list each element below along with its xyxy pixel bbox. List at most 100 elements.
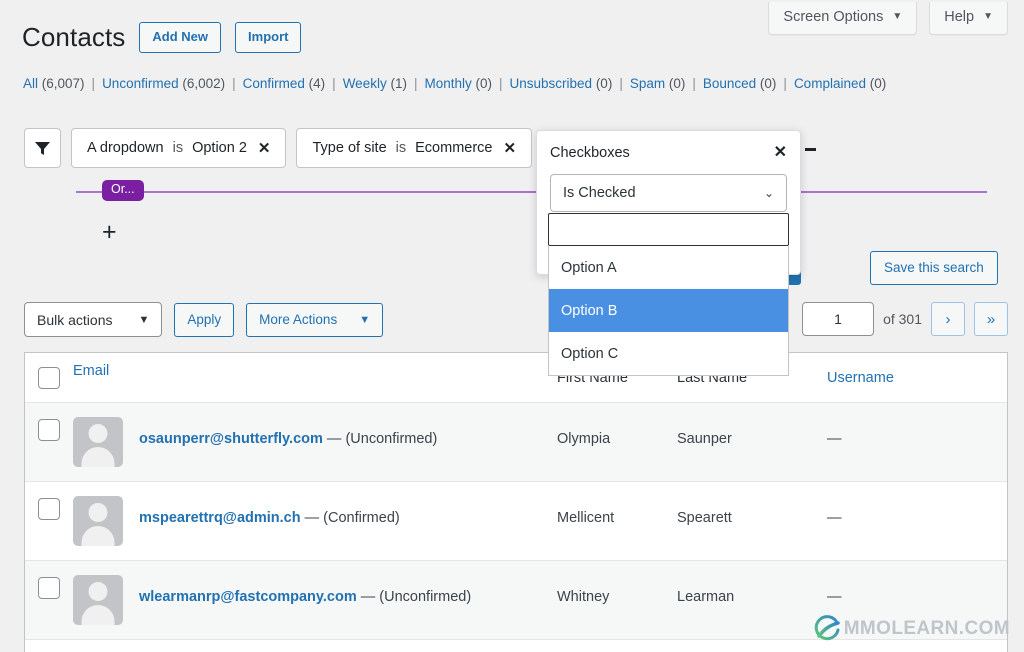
cell-first-name: Whitney xyxy=(557,589,610,605)
cell-email: mspearettrq@admin.ch — (Confirmed) xyxy=(73,482,557,560)
table-row: mspearettrq@admin.ch — (Confirmed) Mellic… xyxy=(25,482,1007,561)
status-nav-count: (6,002) xyxy=(178,76,226,91)
status-nav-item: Bounced (0) xyxy=(703,76,777,91)
email-text: mspearettrq@admin.ch — (Confirmed) xyxy=(139,496,400,526)
close-icon[interactable]: ✕ xyxy=(503,139,516,157)
help-label: Help xyxy=(944,9,975,25)
close-icon[interactable]: ✕ xyxy=(258,139,271,157)
cell-username: — xyxy=(827,431,842,447)
option-label: Option A xyxy=(561,259,617,276)
status-nav-item: Monthly (0) xyxy=(424,76,492,91)
status-nav-link-unconfirmed[interactable]: Unconfirmed xyxy=(102,76,179,91)
option-item[interactable]: Option C xyxy=(549,332,788,375)
status-nav-link-unsubscribed[interactable]: Unsubscribed xyxy=(510,76,593,91)
apply-label: Apply xyxy=(187,312,222,327)
status-nav-item: Complained (0) xyxy=(794,76,886,91)
checkbox-icon[interactable] xyxy=(38,419,60,441)
page-root: Screen Options ▼ Help ▼ Contacts Add New… xyxy=(0,0,1024,652)
condition-operator-select[interactable]: Is Checked ⌄ xyxy=(550,174,787,212)
email-link[interactable]: osaunperr@shutterfly.com xyxy=(139,431,323,447)
filter-chip-dropdown[interactable]: A dropdown is Option 2 ✕ xyxy=(71,128,287,168)
status-nav-link-bounced[interactable]: Bounced xyxy=(703,76,756,91)
email-status: — (Confirmed) xyxy=(304,510,400,526)
bulk-actions-select[interactable]: Bulk actions ▼ xyxy=(24,302,163,337)
option-search-input[interactable] xyxy=(548,213,789,246)
email-link[interactable]: wlearmanrp@fastcompany.com xyxy=(139,589,357,605)
screen-options-button[interactable]: Screen Options ▼ xyxy=(768,2,918,35)
select-all-cell[interactable] xyxy=(25,366,73,389)
email-status: — (Unconfirmed) xyxy=(326,431,438,447)
checkbox-icon[interactable] xyxy=(38,577,60,599)
status-nav-count: (0) xyxy=(592,76,613,91)
table-header-row: Email First Name Last Name Username xyxy=(25,353,1007,403)
chevron-down-icon: ▼ xyxy=(983,11,993,22)
email-link[interactable]: mspearettrq@admin.ch xyxy=(139,510,301,526)
next-page-button[interactable]: › xyxy=(931,302,965,336)
status-nav-count: (1) xyxy=(386,76,407,91)
row-select-cell[interactable] xyxy=(25,561,73,599)
chip-value: Ecommerce xyxy=(415,140,493,156)
nav-separator: | xyxy=(499,76,503,91)
page-heading: Contacts Add New Import xyxy=(22,22,302,53)
watermark: MMOLEARN.COM xyxy=(812,614,1010,644)
bulk-actions-row: Bulk actions ▼ Apply More Actions ▼ xyxy=(24,302,384,337)
cell-last-name: Learman xyxy=(677,589,735,605)
user-avatar-icon xyxy=(73,575,123,625)
or-badge[interactable]: Or... xyxy=(102,180,144,201)
last-page-button[interactable]: » xyxy=(974,302,1008,336)
status-nav-count: (0) xyxy=(865,76,887,91)
nav-separator: | xyxy=(413,76,418,91)
total-pages-label: of 301 xyxy=(883,311,922,327)
checkbox-icon[interactable] xyxy=(38,366,60,389)
current-page-input[interactable]: 1 xyxy=(802,302,875,336)
close-icon[interactable]: ✕ xyxy=(774,145,787,161)
filter-funnel-button[interactable] xyxy=(24,128,61,168)
option-combobox: Option A Option B Option C xyxy=(548,213,789,376)
filter-funnel-icon xyxy=(35,141,50,155)
status-nav-link-confirmed[interactable]: Confirmed xyxy=(243,76,305,91)
cell-last-name: Spearett xyxy=(677,510,732,526)
cell-last-name: Saunper xyxy=(677,431,732,447)
more-actions-button[interactable]: More Actions ▼ xyxy=(246,302,384,337)
chevron-down-icon: ⌄ xyxy=(763,186,774,200)
option-label: Option B xyxy=(561,302,618,319)
checkbox-icon[interactable] xyxy=(38,498,60,520)
condition-operator-value: Is Checked xyxy=(563,185,636,201)
add-new-button[interactable]: Add New xyxy=(139,22,222,53)
option-item[interactable]: Option A xyxy=(549,246,788,289)
email-text: osaunperr@shutterfly.com — (Unconfirmed) xyxy=(139,417,437,447)
nav-separator: | xyxy=(91,76,96,91)
row-select-cell[interactable] xyxy=(25,403,73,441)
filter-chip-type-of-site[interactable]: Type of site is Ecommerce ✕ xyxy=(296,128,533,168)
plus-icon[interactable]: + xyxy=(102,220,117,245)
option-list: Option A Option B Option C xyxy=(548,246,789,376)
help-button[interactable]: Help ▼ xyxy=(929,2,1008,35)
column-header-username[interactable]: Username xyxy=(827,370,1007,386)
status-nav-link-monthly[interactable]: Monthly xyxy=(424,76,471,91)
save-this-search-button[interactable]: Save this search xyxy=(870,251,998,285)
nav-separator: | xyxy=(332,76,336,91)
watermark-text: MMOLEARN.COM xyxy=(843,618,1010,639)
chevron-down-icon: ▼ xyxy=(138,313,150,326)
bulk-actions-label: Bulk actions xyxy=(37,311,113,328)
more-actions-label: More Actions xyxy=(259,312,338,327)
panel-header: Checkboxes ✕ xyxy=(550,145,787,162)
status-nav-link-all[interactable]: All xyxy=(23,76,38,91)
chip-field: A dropdown xyxy=(87,140,164,156)
status-nav-link-complained[interactable]: Complained xyxy=(794,76,866,91)
panel-title: Checkboxes xyxy=(550,145,630,161)
import-button[interactable]: Import xyxy=(235,22,302,53)
pagination: 1 of 301 › » xyxy=(802,302,1008,336)
status-nav-link-weekly[interactable]: Weekly xyxy=(343,76,387,91)
status-nav-link-spam[interactable]: Spam xyxy=(630,76,665,91)
filter-or-group: Or... xyxy=(76,180,987,204)
column-header-email[interactable]: Email xyxy=(73,363,557,393)
row-select-cell[interactable] xyxy=(25,482,73,520)
chip-value: Option 2 xyxy=(192,140,247,156)
email-text: wlearmanrp@fastcompany.com — (Unconfirme… xyxy=(139,575,471,605)
apply-button[interactable]: Apply xyxy=(174,302,235,337)
status-nav-item: Spam (0) xyxy=(630,76,686,91)
chevron-down-icon: ▼ xyxy=(892,11,903,22)
status-nav-item: Unsubscribed (0) xyxy=(510,76,613,91)
option-item[interactable]: Option B xyxy=(549,289,788,332)
